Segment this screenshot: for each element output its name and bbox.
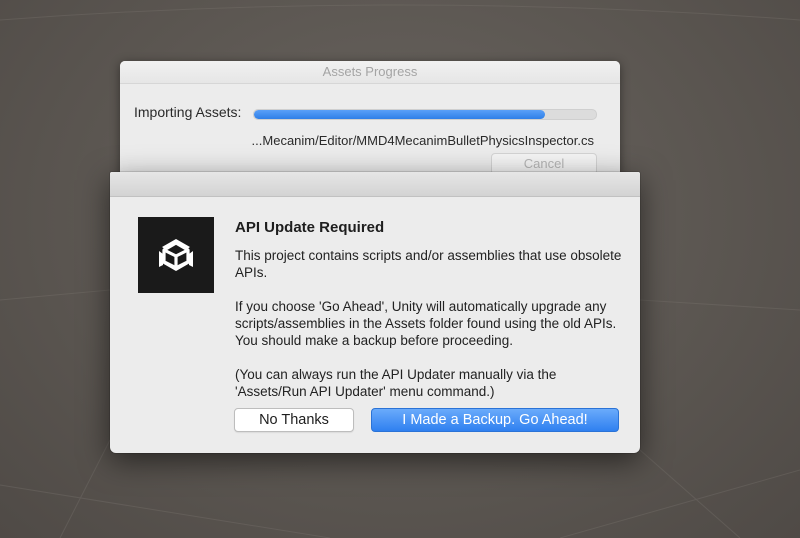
dialog-paragraph: This project contains scripts and/or ass… <box>235 248 622 280</box>
progress-window-title: Assets Progress <box>120 61 620 84</box>
dialog-paragraph: (You can always run the API Updater manu… <box>235 367 557 399</box>
dialog-message: This project contains scripts and/or ass… <box>235 247 625 417</box>
progress-bar-fill <box>254 110 545 119</box>
dialog-titlebar[interactable] <box>110 172 640 197</box>
current-file-path: ...Mecanim/Editor/MMD4MecanimBulletPhysi… <box>251 133 594 148</box>
no-thanks-button[interactable]: No Thanks <box>234 408 354 432</box>
dialog-heading: API Update Required <box>235 219 385 236</box>
importing-assets-label: Importing Assets: <box>134 104 242 120</box>
unity-logo-icon <box>138 217 214 293</box>
api-update-dialog: API Update Required This project contain… <box>110 172 640 453</box>
go-ahead-button[interactable]: I Made a Backup. Go Ahead! <box>371 408 619 432</box>
dialog-paragraph: If you choose 'Go Ahead', Unity will aut… <box>235 299 617 348</box>
assets-progress-window: Assets Progress Importing Assets: ...Mec… <box>120 61 620 176</box>
progress-bar <box>253 109 597 120</box>
